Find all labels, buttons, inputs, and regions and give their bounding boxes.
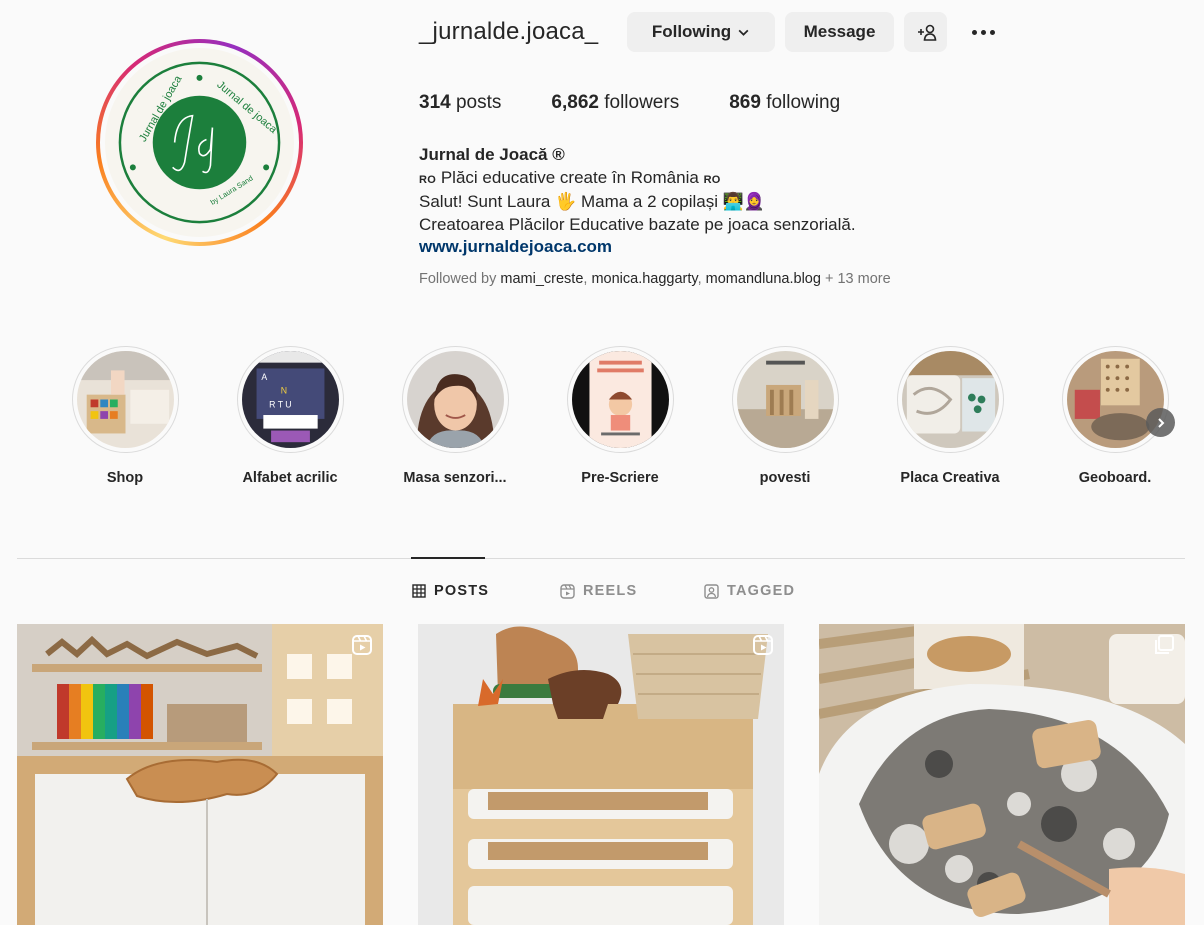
bio-line-2: Salut! Sunt Laura 🖐 Mama a 2 copilași 👨‍…: [419, 192, 766, 211]
followed-by-more: + 13 more: [824, 271, 891, 287]
highlight-thumbnail: [406, 351, 504, 448]
more-options-button[interactable]: [966, 22, 1000, 42]
romania-flag-icon: RO: [419, 173, 437, 186]
bio-line-1: RO Plăci educative create în România RO: [419, 167, 856, 192]
tab-label: POSTS: [434, 583, 490, 599]
highlight-thumbnail: [736, 351, 834, 448]
highlight-label: Alfabet acrilic: [242, 470, 338, 486]
tab-label: REELS: [583, 583, 638, 599]
grid-icon: [412, 584, 426, 598]
profile-bio: Jurnal de Joacă ® RO Plăci educative cre…: [419, 144, 856, 259]
svg-text:R T U: R T U: [269, 399, 291, 409]
svg-text:N: N: [280, 386, 286, 396]
reel-icon: [753, 635, 773, 655]
followed-by-user: mami_creste: [500, 271, 584, 287]
ellipsis-dot: [989, 29, 995, 35]
highlight-thumbnail: [76, 351, 174, 448]
bio-line-3: Creatoarea Plăcilor Educative bazate pe …: [419, 214, 856, 234]
bio-name: Jurnal de Joacă ®: [419, 145, 565, 164]
tab-reels[interactable]: REELS: [560, 583, 637, 599]
ellipsis-icon: [971, 29, 977, 35]
reels-icon: [560, 583, 575, 599]
tab-label: TAGGED: [727, 583, 796, 599]
followers-label: followers: [604, 92, 680, 113]
highlight-placa-creativa[interactable]: Placa Creativa: [885, 346, 1015, 486]
message-label: Message: [803, 22, 876, 41]
highlight-label: Shop: [106, 470, 144, 486]
followers-stat[interactable]: 6,862 followers: [551, 92, 679, 114]
post-image: [418, 624, 784, 925]
chevron-down-icon: [738, 29, 749, 36]
following-stat[interactable]: 869 following: [729, 92, 840, 114]
following-count: 869: [729, 92, 761, 113]
carousel-icon: [1155, 635, 1174, 654]
reel-icon: [352, 635, 372, 655]
highlights-next-button[interactable]: [1146, 408, 1175, 437]
highlight-label: Geoboard.: [1078, 470, 1152, 486]
ellipsis-dot: [980, 29, 986, 35]
romania-flag-icon: RO: [703, 173, 721, 186]
bio-website-link[interactable]: www.jurnaldejoaca.com: [419, 236, 856, 259]
highlight-ring: [896, 346, 1004, 453]
posts-count: 314: [419, 92, 451, 113]
tab-tagged[interactable]: TAGGED: [704, 583, 795, 599]
highlight-ring: [1061, 346, 1169, 453]
followed-by[interactable]: Followed by mami_creste, monica.haggarty…: [419, 271, 891, 287]
highlight-ring: [71, 346, 179, 453]
profile-username: _jurnalde.joaca_: [419, 18, 599, 45]
post-image: [819, 624, 1185, 925]
highlight-ring: [566, 346, 674, 453]
highlight-thumbnail: A N R T U: [241, 351, 339, 448]
posts-label: posts: [455, 92, 502, 113]
following-button[interactable]: Following: [627, 12, 775, 52]
highlight-shop[interactable]: Shop: [60, 346, 190, 486]
profile-avatar[interactable]: Jurnal de joaca Jurnal de joaca by Laura…: [96, 39, 303, 246]
followed-by-user: monica.haggarty: [591, 271, 698, 287]
avatar-inner: Jurnal de joaca Jurnal de joaca by Laura…: [100, 43, 299, 242]
active-tab-indicator: [411, 557, 485, 559]
message-button[interactable]: Message: [785, 12, 894, 52]
highlight-label: Pre-Scriere: [581, 470, 659, 486]
followers-count: 6,862: [551, 92, 599, 113]
highlight-thumbnail: [901, 351, 999, 448]
highlight-alfabet-acrilic[interactable]: A N R T U Alfabet acrilic: [225, 346, 355, 486]
highlight-ring: A N R T U: [236, 346, 344, 453]
post-thumbnail[interactable]: [17, 624, 383, 925]
add-person-icon: [917, 24, 936, 41]
highlight-thumbnail: [1066, 351, 1164, 448]
highlight-label: povesti: [759, 470, 811, 486]
tabs-divider: [17, 558, 1185, 559]
post-thumbnail[interactable]: [819, 624, 1185, 925]
followed-by-user: momandluna.blog: [705, 271, 821, 287]
chevron-right-icon: [1157, 417, 1164, 428]
highlight-label: Placa Creativa: [900, 470, 1000, 486]
following-label: Following: [651, 22, 732, 41]
highlight-ring: [731, 346, 839, 453]
tab-posts[interactable]: POSTS: [412, 583, 489, 599]
following-stat-label: following: [766, 92, 841, 113]
tagged-icon: [704, 583, 719, 599]
posts-stat: 314 posts: [419, 92, 501, 114]
followed-by-prefix: Followed by: [419, 271, 497, 287]
highlight-label: Masa senzori...: [403, 470, 507, 486]
svg-text:A: A: [261, 372, 267, 382]
story-highlights: Shop A N R T U Alfabet acrilic Masa senz…: [0, 346, 1204, 496]
brand-logo: Jurnal de joaca Jurnal de joaca by Laura…: [105, 48, 294, 237]
profile-stats: 314 posts 6,862 followers 869 following: [419, 92, 890, 114]
add-user-button[interactable]: [904, 12, 947, 52]
bio-line-1-text: Plăci educative create în România: [440, 167, 699, 187]
highlight-povesti[interactable]: povesti: [720, 346, 850, 486]
highlight-thumbnail: [571, 351, 669, 448]
highlight-masa-senzoriala[interactable]: Masa senzori...: [390, 346, 520, 486]
highlight-pre-scriere[interactable]: Pre-Scriere: [555, 346, 685, 486]
post-thumbnail[interactable]: [418, 624, 784, 925]
highlight-ring: [401, 346, 509, 453]
post-image: [17, 624, 383, 925]
